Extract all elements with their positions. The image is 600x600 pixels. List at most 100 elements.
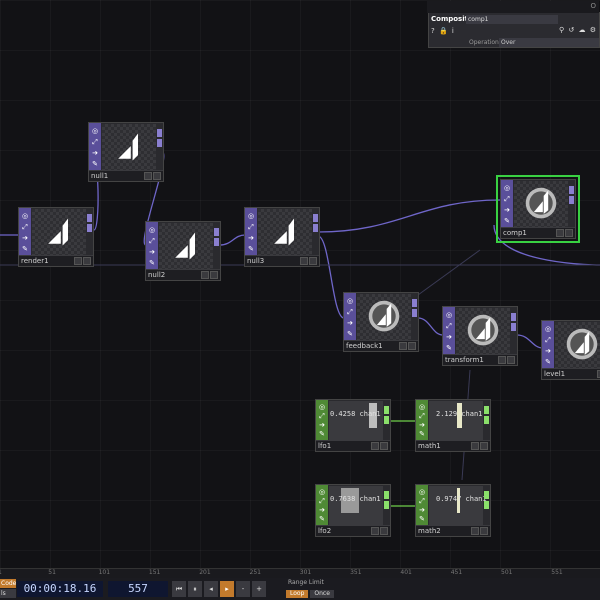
frame-display[interactable]: 557 bbox=[108, 581, 168, 597]
node-flags[interactable]: ◎ ⤢ ➔ ✎ bbox=[146, 222, 158, 270]
wire-feedback1-transform1 bbox=[417, 317, 444, 336]
node-null1[interactable]: ◎ ⤢ ➔ ✎ null1 bbox=[88, 122, 164, 182]
ruler-tick: 151 bbox=[148, 569, 161, 576]
plus-icon[interactable]: + bbox=[252, 581, 266, 597]
node-null3[interactable]: ◎ ⤢ ➔ ✎ null3 bbox=[244, 207, 320, 267]
ruler-tick: 501 bbox=[501, 569, 513, 576]
operator-name-field[interactable]: comp1 bbox=[466, 15, 558, 24]
operation-menu[interactable]: Over bbox=[499, 38, 599, 47]
node-flags[interactable]: ◎ ⤢ ➔ ✎ bbox=[316, 400, 328, 441]
output-connector[interactable] bbox=[313, 214, 319, 254]
node-viewer bbox=[258, 209, 312, 255]
node-flags[interactable]: ◎ ⤢ ➔ ✎ bbox=[316, 485, 328, 526]
node-lfo1[interactable]: ◎ ⤢ ➔ ✎ 0.4258 chan1 lfo1 bbox=[315, 399, 391, 452]
ruler-tick: 351 bbox=[350, 569, 362, 576]
output-connector[interactable] bbox=[384, 491, 390, 524]
node-viewer bbox=[159, 223, 213, 269]
node-render1[interactable]: ◎ ⤢ ➔ ✎ render1 bbox=[18, 207, 94, 267]
ruler-tick: 101 bbox=[98, 569, 111, 576]
node-label: feedback1 bbox=[346, 342, 383, 350]
node-viewer bbox=[429, 486, 483, 525]
node-flags[interactable]: ◎ ⤢ ➔ ✎ bbox=[344, 293, 356, 341]
node-level1[interactable]: ◎ ⤢ ➔ ✎ level1 bbox=[541, 320, 600, 380]
node-label: level1 bbox=[544, 370, 566, 378]
output-connector[interactable] bbox=[511, 313, 517, 353]
ruler-tick: 451 bbox=[450, 569, 463, 576]
node-label: null1 bbox=[91, 172, 109, 180]
wire-null2-null3 bbox=[219, 234, 246, 246]
time-bar: Code ls 00:00:18.16 557 ⏮ ⏸ ◂ ▸ - + Rang… bbox=[0, 578, 600, 600]
node-viewer bbox=[555, 322, 600, 368]
output-connector[interactable] bbox=[484, 406, 490, 439]
ruler-tick: 551 bbox=[551, 569, 563, 576]
node-viewer bbox=[429, 401, 483, 440]
node-label: comp1 bbox=[503, 229, 527, 237]
step-back-icon[interactable]: ◂ bbox=[204, 581, 218, 597]
chop-value: 0.4258 chan1 bbox=[330, 410, 381, 418]
output-connector[interactable] bbox=[569, 186, 575, 226]
output-connector[interactable] bbox=[484, 491, 490, 524]
node-flags[interactable]: ◎ ⤢ ➔ ✎ bbox=[542, 321, 554, 369]
ruler-tick: 1 bbox=[0, 569, 2, 576]
node-viewer bbox=[32, 209, 86, 255]
node-label: lfo2 bbox=[318, 527, 332, 535]
node-flags[interactable]: ◎ ⤢ ➔ ✎ bbox=[416, 485, 428, 526]
mode-button[interactable]: ls bbox=[0, 589, 16, 598]
node-flags[interactable]: ◎ ⤢ ➔ ✎ bbox=[501, 180, 513, 228]
node-flags[interactable]: ◎ ⤢ ➔ ✎ bbox=[443, 307, 455, 355]
node-flags[interactable]: ◎ ⤢ ➔ ✎ bbox=[416, 400, 428, 441]
node-math2[interactable]: ◎ ⤢ ➔ ✎ 0.9747 chan1 math2 bbox=[415, 484, 491, 537]
node-math1[interactable]: ◎ ⤢ ➔ ✎ 2.129 chan1 math1 bbox=[415, 399, 491, 452]
network-editor[interactable]: ◎ ⤢ ➔ ✎ render1 ◎ ⤢ ➔ ✎ null1 ◎ ⤢ ➔ ✎ null2 ◎ ⤢ ➔ ✎ … bbox=[0, 0, 600, 568]
node-label: lfo1 bbox=[318, 442, 332, 450]
ruler-tick: 201 bbox=[199, 569, 211, 576]
node-null2[interactable]: ◎ ⤢ ➔ ✎ null2 bbox=[145, 221, 221, 281]
node-viewer bbox=[514, 181, 568, 227]
node-viewer bbox=[357, 294, 411, 340]
node-feedback1[interactable]: ◎ ⤢ ➔ ✎ feedback1 bbox=[343, 292, 419, 352]
node-viewer bbox=[102, 124, 156, 170]
node-lfo2[interactable]: ◎ ⤢ ➔ ✎ 0.7638 chan1 lfo2 bbox=[315, 484, 391, 537]
panel-tool-icons[interactable]: ⚲ ↺ ☁ ⚙ bbox=[559, 26, 597, 34]
node-viewer bbox=[456, 308, 510, 354]
help-info-icons[interactable]: ? 🔒 i bbox=[431, 27, 455, 35]
once-button[interactable]: Once bbox=[310, 590, 334, 598]
output-connector[interactable] bbox=[384, 406, 390, 439]
ruler-tick: 51 bbox=[48, 569, 56, 576]
range-limit-label: Range Limit bbox=[288, 579, 324, 586]
node-flags[interactable]: ◎ ⤢ ➔ ✎ bbox=[245, 208, 257, 256]
wire-null3-feedback1 bbox=[317, 235, 345, 319]
node-label: render1 bbox=[21, 257, 49, 265]
node-flags[interactable]: ◎ ⤢ ➔ ✎ bbox=[89, 123, 101, 171]
node-label: math1 bbox=[418, 442, 441, 450]
chop-value: 0.7638 chan1 bbox=[330, 495, 381, 503]
wire-layer bbox=[0, 149, 600, 507]
loop-button[interactable]: Loop bbox=[286, 590, 309, 598]
node-label: math2 bbox=[418, 527, 441, 535]
node-comp1[interactable]: ◎ ⤢ ➔ ✎ comp1 bbox=[496, 175, 580, 243]
ruler-tick: 251 bbox=[249, 569, 261, 576]
play-icon[interactable]: ▸ bbox=[220, 581, 234, 597]
node-viewer bbox=[329, 486, 383, 525]
timecode-display[interactable]: 00:00:18.16 bbox=[17, 581, 103, 597]
rewind-icon[interactable]: ⏮ bbox=[172, 581, 186, 597]
output-connector[interactable] bbox=[412, 299, 418, 339]
minus-icon[interactable]: - bbox=[236, 581, 250, 597]
ruler-tick: 401 bbox=[400, 569, 412, 576]
panel-title-bar: O bbox=[427, 1, 599, 13]
output-connector[interactable] bbox=[214, 228, 220, 268]
pause-icon[interactable]: ⏸ bbox=[188, 581, 202, 597]
ruler-tick: 301 bbox=[299, 569, 312, 576]
code-mode-button[interactable]: Code bbox=[0, 579, 16, 588]
close-icon[interactable]: O bbox=[590, 2, 596, 10]
output-connector[interactable] bbox=[157, 129, 163, 169]
node-transform1[interactable]: ◎ ⤢ ➔ ✎ transform1 bbox=[442, 306, 518, 366]
node-label: transform1 bbox=[445, 356, 484, 364]
node-flags[interactable]: ◎ ⤢ ➔ ✎ bbox=[19, 208, 31, 256]
wire-null3-comp1 bbox=[317, 199, 501, 233]
node-viewer bbox=[329, 401, 383, 440]
param-label: Operation bbox=[469, 39, 499, 46]
chop-value: 0.9747 chan1 bbox=[436, 495, 487, 503]
parameter-panel[interactable]: O Composite comp1 ? 🔒 i ⚲ ↺ ☁ ⚙ Operatio… bbox=[427, 1, 600, 48]
output-connector[interactable] bbox=[87, 214, 93, 254]
